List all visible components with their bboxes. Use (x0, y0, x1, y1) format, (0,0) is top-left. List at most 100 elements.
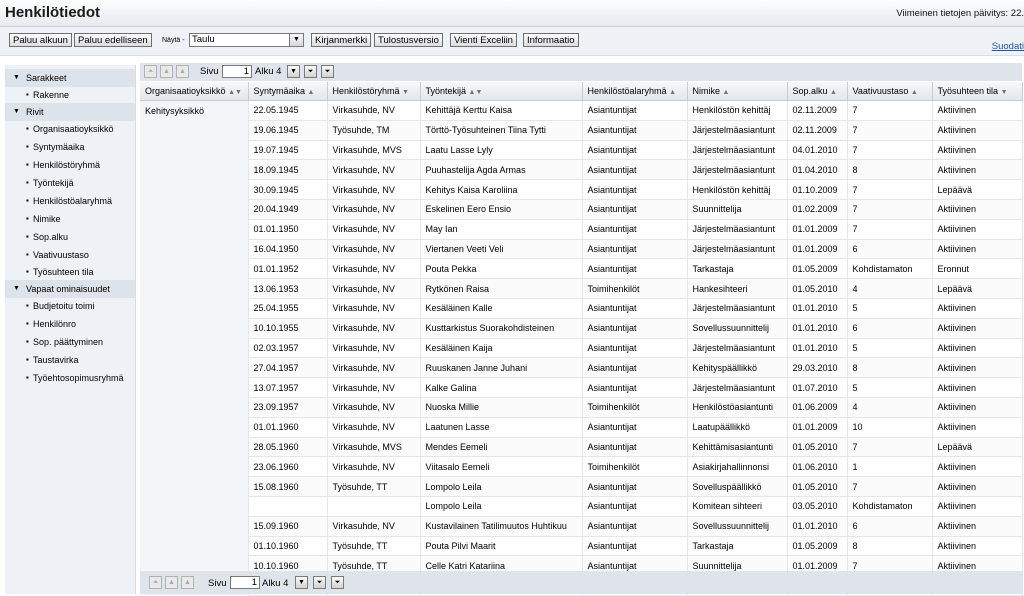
triangle-down-icon: ▼ (13, 285, 20, 292)
sidebar-item[interactable]: ▪ Vaativuustaso (5, 246, 135, 264)
table-cell: 01.05.2009 (787, 258, 848, 280)
table-cell: 01.05.2009 (787, 536, 848, 557)
bullet-icon: ▪ (26, 214, 29, 223)
first-page-icon[interactable]: ⏶ (144, 65, 157, 78)
previous-step-icon[interactable]: ▲ (181, 576, 194, 589)
sort-icon[interactable]: ▼ (1001, 89, 1008, 96)
table-row: 16.04.1950 Virkasuhde, NV Viertanen Veeti … (140, 239, 1023, 260)
page-number-input[interactable]: 1 (230, 576, 260, 589)
previous-page-icon[interactable]: ▲ (165, 576, 178, 589)
last-page-icon[interactable]: ⏷ (321, 65, 334, 78)
view-select[interactable]: Taulu ▼ (189, 33, 304, 47)
next-page-icon[interactable]: ⏷ (313, 576, 326, 589)
page-number-input[interactable]: 1 (222, 65, 252, 78)
sort-icon[interactable]: ▲ (911, 89, 918, 96)
table-cell: 4 (847, 278, 933, 299)
sort-icon[interactable]: ▲▼ (228, 89, 242, 96)
table-cell: Aktiivinen (932, 536, 1023, 557)
previous-page-icon[interactable]: ▲ (160, 65, 173, 78)
sort-icon[interactable]: ▲ (830, 89, 837, 96)
table-cell: Virkasuhde, NV (327, 159, 421, 181)
next-page-icon[interactable]: ⏷ (304, 65, 317, 78)
column-header[interactable]: Työntekijä ▲▼ (420, 82, 583, 101)
table-cell: 18.09.1945 (248, 159, 328, 181)
navigation-sidebar: ▼ Sarakkeet ▪ Rakenne ▼ Rivit ▪ Organisaat… (5, 65, 136, 594)
column-header[interactable]: Sop.alku ▲ (787, 82, 848, 101)
table-cell: Eskelinen Eero Ensio (420, 199, 583, 220)
back-to-start-button[interactable]: Paluu alkuun (9, 33, 72, 47)
sidebar-item[interactable]: ▪ Työntekijä (5, 174, 135, 192)
table-cell: Kalke Galina (420, 377, 583, 398)
first-page-icon[interactable]: ⏶ (149, 576, 162, 589)
information-button[interactable]: Informaatio (523, 33, 579, 47)
sidebar-item[interactable]: ▪ Syntymäaika (5, 138, 135, 156)
sidebar-item[interactable]: ▪ Budjetoitu toimi (5, 297, 135, 315)
table-row: 01.01.1960 Virkasuhde, NV Laatunen Lasse As… (140, 417, 1023, 438)
sort-icon[interactable]: ▼ (402, 89, 409, 96)
back-previous-button[interactable]: Paluu edelliseen (74, 33, 152, 47)
table-cell: Asiantuntijat (582, 417, 688, 438)
table-cell: Asiantuntijat (582, 338, 688, 359)
column-header[interactable]: Organisaatioyksikkö ▲▼ (140, 82, 249, 101)
table-cell: 01.01.2010 (787, 338, 848, 359)
table-cell: Järjestelmäasiantunt (687, 120, 788, 141)
sidebar-item[interactable]: ▪ Henkilönro (5, 315, 135, 333)
table-cell: Virkasuhde, NV (327, 179, 421, 200)
table-cell: Asiakirjahallinnonsi (687, 456, 788, 478)
table-cell: Virkasuhde, NV (327, 219, 421, 240)
table-cell: 13.07.1957 (248, 377, 328, 398)
sidebar-item[interactable]: ▪ Henkilöstöryhmä (5, 156, 135, 174)
column-header[interactable]: Vaativuustaso ▲ (847, 82, 933, 101)
last-page-icon[interactable]: ⏷ (331, 576, 344, 589)
table-cell: 8 (847, 536, 933, 557)
column-header[interactable]: Nimike ▲ (687, 82, 788, 101)
table-body: Kehitysyksikkö 22.05.1945 Virkasuhde, NV Ke… (140, 100, 1023, 596)
table-cell: Asiantuntijat (582, 377, 688, 398)
sidebar-item[interactable]: ▪ Sop.alku (5, 228, 135, 246)
export-excel-button[interactable]: Vienti Exceliin (450, 33, 517, 47)
sort-icon[interactable]: ▲▼ (469, 89, 483, 96)
table-cell: 01.05.2010 (787, 278, 848, 299)
table-cell: Aktiivinen (932, 219, 1023, 240)
sidebar-item[interactable]: ▪ Taustavirka (5, 351, 135, 369)
table-cell: Aktiivinen (932, 417, 1023, 438)
next-step-icon[interactable]: ▼ (287, 65, 300, 78)
table-cell: Eronnut (932, 258, 1023, 280)
filter-link[interactable]: Suodati (992, 41, 1024, 52)
column-header[interactable]: Henkilöstöryhmä ▼ (327, 82, 421, 101)
column-header[interactable]: Syntymäaika ▲ (248, 82, 328, 101)
sidebar-item[interactable]: ▪ Työsuhteen tila (5, 263, 135, 281)
table-row: 19.06.1945 Työsuhde, TM Törttö-Työsuhteine… (140, 120, 1023, 141)
bookmark-button[interactable]: Kirjanmerkki (311, 33, 372, 47)
sidebar-group-rows[interactable]: ▼ Rivit (5, 103, 135, 121)
triangle-down-icon: ▼ (13, 108, 20, 115)
table-cell: 7 (847, 140, 933, 161)
chevron-down-icon[interactable]: ▼ (289, 34, 303, 46)
sidebar-group-free-characteristics[interactable]: ▼ Vapaat ominaisuudet (5, 280, 135, 298)
sidebar-item[interactable]: ▪ Henkilöstöalaryhmä (5, 192, 135, 210)
table-cell: Virkasuhde, NV (327, 516, 421, 537)
column-header[interactable]: Työsuhteen tila ▼ (932, 82, 1023, 101)
sort-icon[interactable]: ▲ (723, 89, 730, 96)
print-version-button[interactable]: Tulostusversio (374, 33, 443, 47)
table-cell: Virkasuhde, NV (327, 456, 421, 478)
table-cell: Järjestelmäasiantunt (687, 219, 788, 240)
table-cell: Törttö-Työsuhteinen Tiina Tytti (420, 120, 583, 141)
next-step-icon[interactable]: ▼ (295, 576, 308, 589)
table-cell: 02.11.2009 (787, 100, 848, 121)
table-row: 19.07.1945 Virkasuhde, MVS Laatu Lasse Lyl… (140, 140, 1023, 161)
sidebar-item[interactable]: ▪ Nimike (5, 210, 135, 228)
table-cell: 27.04.1957 (248, 357, 328, 379)
previous-step-icon[interactable]: ▲ (176, 65, 189, 78)
page-label: Sivu (208, 578, 227, 589)
sidebar-item[interactable]: ▪ Rakenne (5, 86, 135, 104)
table-cell: Viitasalo Eemeli (420, 456, 583, 478)
sort-icon[interactable]: ▲ (308, 89, 315, 96)
table-cell: Kustavilainen Tatilimuutos Huhtikuu (420, 516, 583, 537)
sidebar-item[interactable]: ▪ Organisaatioyksikkö (5, 120, 135, 138)
column-header[interactable]: Henkilöstöalaryhmä ▲ (582, 82, 688, 101)
sidebar-group-columns[interactable]: ▼ Sarakkeet (5, 69, 135, 87)
sidebar-item[interactable]: ▪ Sop. päättyminen (5, 333, 135, 351)
sidebar-item[interactable]: ▪ Työehtosopimusryhmä (5, 369, 135, 387)
sort-icon[interactable]: ▲ (669, 89, 676, 96)
